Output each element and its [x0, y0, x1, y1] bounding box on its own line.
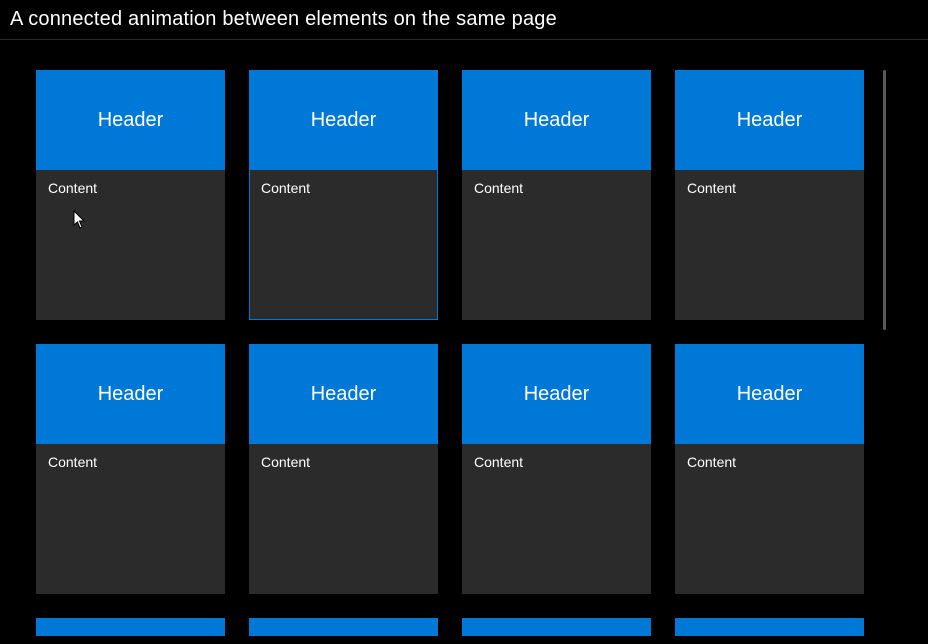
card-item[interactable]: Header Content [462, 344, 651, 594]
card-item[interactable] [462, 618, 651, 636]
card-item[interactable]: Header Content [249, 344, 438, 594]
card-header: Header [462, 70, 651, 170]
card-header: Header [462, 344, 651, 444]
card-item[interactable] [249, 618, 438, 636]
card-item[interactable]: Header Content [36, 70, 225, 320]
card-header: Header [675, 70, 864, 170]
card-header: Header [249, 70, 438, 170]
card-header: Header [36, 70, 225, 170]
card-header: Header [675, 344, 864, 444]
card-item[interactable] [36, 618, 225, 636]
card-content: Content [249, 444, 438, 480]
card-header [249, 618, 438, 636]
card-header [462, 618, 651, 636]
card-content: Content [462, 170, 651, 206]
card-grid: Header Content Header Content Header Con… [36, 70, 928, 636]
page-title: A connected animation between elements o… [0, 0, 928, 37]
content-area: Header Content Header Content Header Con… [0, 40, 928, 636]
card-content: Content [675, 170, 864, 206]
card-item[interactable]: Header Content [675, 70, 864, 320]
card-header: Header [249, 344, 438, 444]
card-item[interactable]: Header Content [36, 344, 225, 594]
card-header [36, 618, 225, 636]
card-header: Header [36, 344, 225, 444]
card-content: Content [462, 444, 651, 480]
card-item[interactable]: Header Content [675, 344, 864, 594]
card-item[interactable]: Header Content [462, 70, 651, 320]
card-item[interactable]: Header Content [249, 70, 438, 320]
card-content: Content [249, 170, 438, 206]
card-content: Content [36, 444, 225, 480]
card-item[interactable] [675, 618, 864, 636]
card-content: Content [675, 444, 864, 480]
vertical-scrollbar[interactable] [883, 70, 886, 330]
card-header [675, 618, 864, 636]
card-content: Content [36, 170, 225, 206]
